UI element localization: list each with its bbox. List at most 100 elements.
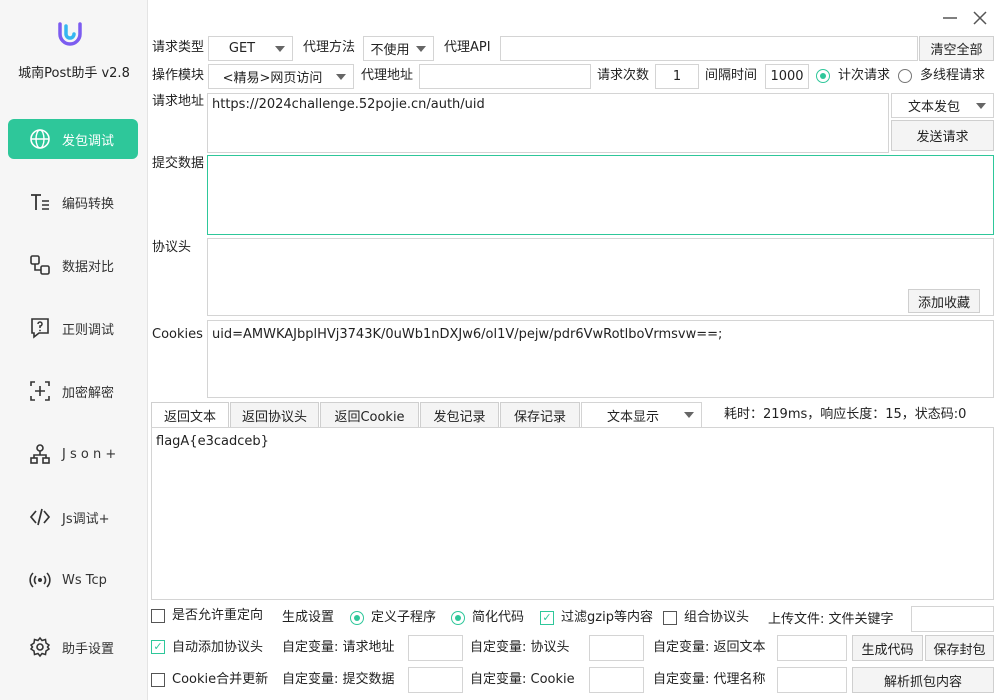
thread-mode-radio[interactable] (898, 69, 912, 83)
nav-label: 助手设置 (62, 641, 115, 657)
nav-encode[interactable]: 编码转换 (8, 182, 138, 222)
request-type-label: 请求类型 (152, 40, 205, 55)
nav-label: J s o n + (62, 446, 117, 462)
var-url-label: 自定变量: 请求地址 (282, 640, 395, 655)
request-type-select[interactable]: GET (208, 36, 293, 61)
var-cookie-input[interactable] (589, 667, 644, 693)
encrypt-icon (28, 379, 52, 403)
allow-redirect-checkbox[interactable] (151, 609, 165, 623)
nav-ws-tcp[interactable]: Ws Tcp (8, 560, 138, 600)
compare-icon (28, 253, 52, 277)
cookies-label: Cookies (152, 327, 203, 342)
headers-label: 协议头 (152, 240, 192, 255)
url-input[interactable]: https://2024challenge.52pojie.cn/auth/ui… (207, 93, 889, 153)
var-headers-input[interactable] (589, 635, 644, 661)
sidebar: 城南Post助手 v2.8 发包调试 编码转换 数据对比 正则调试 加密解密 J (0, 0, 148, 700)
proxy-address-label: 代理地址 (361, 68, 414, 83)
parse-capture-button[interactable]: 解析抓包内容 (852, 667, 994, 693)
module-label: 操作模块 (152, 68, 205, 83)
response-body[interactable]: flagA{e3cadceb} (151, 427, 994, 600)
code-icon (28, 505, 52, 529)
nav-settings[interactable]: 助手设置 (8, 627, 138, 667)
body-label: 提交数据 (152, 156, 205, 171)
regex-help-icon (28, 316, 52, 340)
nav-compare[interactable]: 数据对比 (8, 245, 138, 285)
filter-gzip-checkbox[interactable]: ✓ (540, 611, 554, 625)
proxy-api-input[interactable] (500, 36, 918, 61)
simplify-code-radio[interactable] (451, 611, 465, 625)
nav-json[interactable]: J s o n + (8, 434, 138, 474)
close-icon[interactable] (970, 8, 990, 28)
cookie-merge-label: Cookie合并更新 (172, 672, 269, 687)
cookie-merge-checkbox[interactable] (151, 673, 165, 687)
gen-settings-label: 生成设置 (282, 610, 335, 625)
auto-headers-checkbox[interactable]: ✓ (151, 640, 165, 654)
interval-input[interactable]: 1000 (765, 64, 809, 89)
tab-return-text[interactable]: 返回文本 (151, 402, 229, 428)
module-select[interactable]: <精易>网页访问 (208, 64, 354, 89)
simplify-code-label: 简化代码 (472, 610, 525, 625)
nav-label: Js调试+ (62, 511, 110, 527)
count-mode-radio[interactable] (816, 69, 830, 83)
nav-label: Ws Tcp (62, 572, 107, 588)
proxy-method-select[interactable]: 不使用 (363, 36, 434, 61)
var-body-label: 自定变量: 提交数据 (282, 672, 395, 687)
combine-headers-checkbox[interactable] (663, 611, 677, 625)
var-proxy-input[interactable] (777, 667, 847, 693)
response-status: 耗时：219ms，响应长度：15，状态码:0 (724, 407, 967, 422)
globe-icon (28, 127, 52, 151)
nav-regex[interactable]: 正则调试 (8, 308, 138, 348)
minimize-icon[interactable] (940, 8, 960, 28)
interval-label: 间隔时间 (705, 68, 758, 83)
nav-label: 数据对比 (62, 259, 115, 275)
tab-return-cookie[interactable]: 返回Cookie (320, 402, 419, 428)
chevron-down-icon (684, 412, 694, 418)
body-input[interactable] (207, 155, 994, 235)
var-return-input[interactable] (777, 635, 847, 661)
nav-encrypt[interactable]: 加密解密 (8, 371, 138, 411)
thread-mode-label: 多线程请求 (920, 68, 986, 83)
allow-redirect-label: 是否允许重定向 (172, 608, 264, 623)
chevron-down-icon (416, 45, 426, 52)
save-package-button[interactable]: 保存封包 (925, 635, 994, 661)
headers-input[interactable] (207, 238, 994, 316)
display-mode-select[interactable]: 文本显示 (581, 402, 702, 428)
gear-icon (28, 635, 52, 659)
combine-headers-label: 组合协议头 (684, 610, 750, 625)
var-return-label: 自定变量: 返回文本 (653, 640, 766, 655)
add-favorite-button[interactable]: 添加收藏 (908, 289, 980, 313)
proxy-method-label: 代理方法 (303, 40, 356, 55)
send-request-button[interactable]: 发送请求 (891, 120, 994, 151)
send-mode-select[interactable]: 文本发包 (891, 93, 994, 118)
nav-js-debug[interactable]: Js调试+ (8, 497, 138, 537)
var-cookie-label: 自定变量: Cookie (470, 672, 575, 687)
upload-file-input[interactable] (911, 606, 994, 632)
define-subprogram-label: 定义子程序 (371, 610, 437, 625)
var-headers-label: 自定变量: 协议头 (470, 640, 570, 655)
nav-label: 编码转换 (62, 196, 115, 212)
request-count-input[interactable]: 1 (655, 64, 699, 89)
nav-send-debug[interactable]: 发包调试 (8, 119, 138, 159)
auto-headers-label: 自动添加协议头 (172, 640, 264, 655)
text-format-icon (28, 190, 52, 214)
tab-send-log[interactable]: 发包记录 (420, 402, 499, 428)
count-mode-label: 计次请求 (838, 68, 891, 83)
define-subprogram-radio[interactable] (350, 611, 364, 625)
app-logo-icon (58, 22, 82, 46)
upload-file-label: 上传文件: 文件关键字 (768, 612, 894, 627)
url-label: 请求地址 (152, 94, 205, 109)
cookies-input[interactable]: uid=AMWKAJbplHVj3743K/0uWb1nDXJw6/ol1V/p… (207, 320, 994, 398)
generate-code-button[interactable]: 生成代码 (852, 635, 923, 661)
var-body-input[interactable] (408, 667, 463, 693)
nav-label: 正则调试 (62, 322, 115, 338)
chevron-down-icon (336, 73, 346, 80)
chevron-down-icon (976, 102, 986, 109)
json-tree-icon (28, 442, 52, 466)
clear-all-button[interactable]: 清空全部 (919, 36, 994, 61)
proxy-address-input[interactable] (419, 64, 591, 89)
tab-return-headers[interactable]: 返回协议头 (230, 402, 319, 428)
proxy-api-label: 代理API (444, 40, 491, 55)
var-url-input[interactable] (408, 635, 463, 661)
tab-save-log[interactable]: 保存记录 (500, 402, 580, 428)
var-proxy-label: 自定变量: 代理名称 (653, 672, 766, 687)
